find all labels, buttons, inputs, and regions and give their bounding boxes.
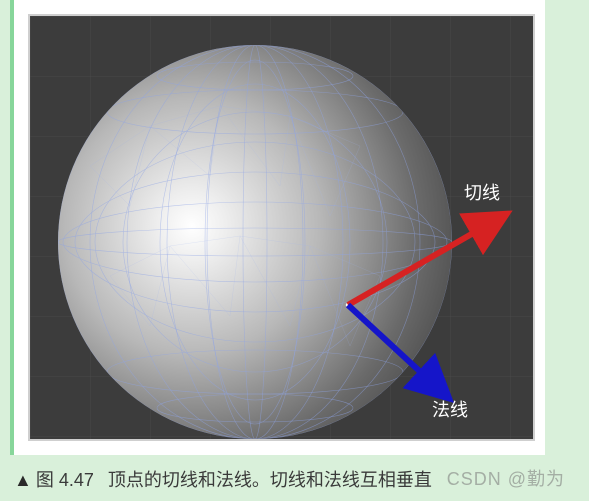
- caption-number: 图 4.47: [36, 466, 94, 492]
- caption-text: 顶点的切线和法线。切线和法线互相垂直: [108, 466, 432, 492]
- normal-label: 法线: [432, 400, 468, 420]
- viewport-3d: 切线 法线: [28, 14, 535, 441]
- figure-caption: ▲ 图 4.47 顶点的切线和法线。切线和法线互相垂直: [14, 466, 574, 492]
- tangent-label: 切线: [464, 183, 500, 203]
- figure-card: 切线 法线: [10, 0, 545, 455]
- scene-svg: 切线 法线: [30, 16, 535, 441]
- caption-marker: ▲: [14, 470, 32, 491]
